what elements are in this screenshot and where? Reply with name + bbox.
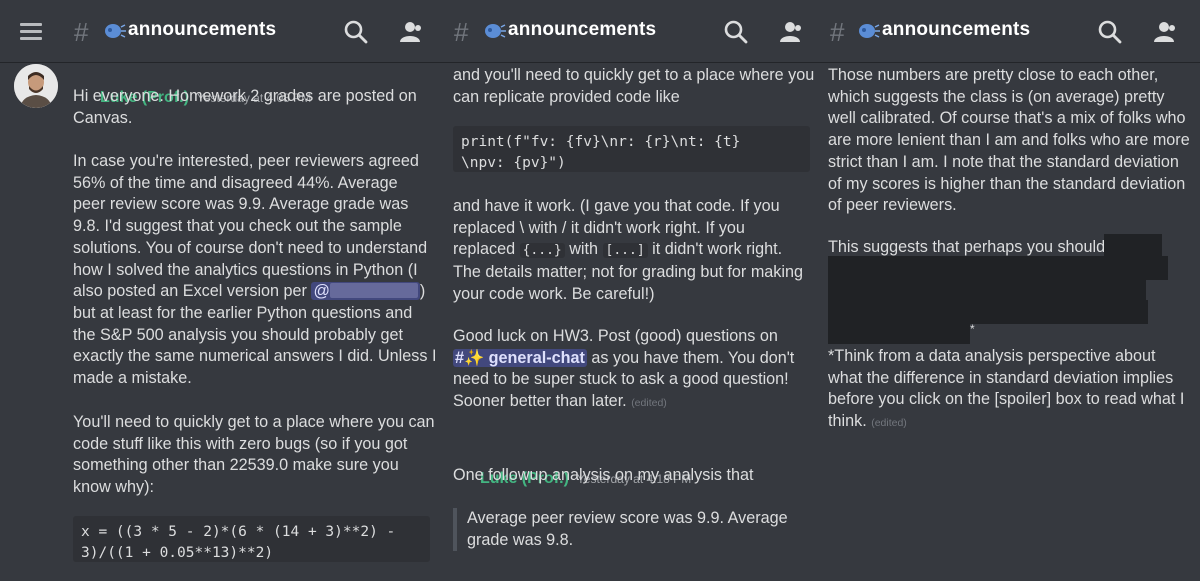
speaker-icon <box>485 24 506 38</box>
channel-title: announcements <box>128 19 277 40</box>
message-paragraph: Good luck on HW3. Post (good) questions … <box>453 327 795 411</box>
message-paragraph: One followup analysis on my analysis tha… <box>453 466 754 484</box>
panel-2: # announcements and you'll need to quick… <box>440 0 818 581</box>
search-icon[interactable] <box>343 19 369 45</box>
inline-code: {...} <box>519 243 565 259</box>
members-icon[interactable] <box>778 19 804 45</box>
quote-text: Average peer review score was 9.9. Avera… <box>467 509 788 549</box>
message-paragraph: and you'll need to quickly get to a plac… <box>453 66 815 106</box>
inline-code: [...] <box>602 243 648 259</box>
panel-1: # announcements Luke (Prof.) Yesterday a… <box>0 0 440 581</box>
panel-3: # announcements Those numbers are pretty… <box>818 0 1200 581</box>
spoiler-box[interactable] <box>828 256 1168 280</box>
code-block: print(f"fv: {fv}\nr: {r}\nt: {t} \npv: {… <box>453 126 810 172</box>
avatar[interactable] <box>14 64 58 108</box>
spoiler-box[interactable] <box>828 278 1146 302</box>
members-icon[interactable] <box>398 19 424 45</box>
code-block: x = ((3 * 5 - 2)*(6 * (14 + 3)**2) - 3)/… <box>73 516 430 562</box>
search-icon[interactable] <box>723 19 749 45</box>
footnote-marker: * <box>970 322 975 336</box>
spoiler-box[interactable] <box>828 300 1148 324</box>
search-icon[interactable] <box>1097 19 1123 45</box>
speaker-icon <box>859 24 880 38</box>
channel-title: announcements <box>882 19 1031 40</box>
edited-label: (edited) <box>871 417 907 430</box>
message-paragraph: Those numbers are pretty close to each o… <box>828 66 1190 215</box>
members-icon[interactable] <box>1152 19 1178 45</box>
message-paragraph: and have it work. (I gave you that code.… <box>453 197 804 303</box>
hamburger-icon[interactable] <box>20 23 42 40</box>
hash-icon: # <box>74 17 89 47</box>
message-paragraph: Hi everyone. Homework 2 grades are poste… <box>73 87 417 127</box>
channel-link-general-chat[interactable]: #✨ general-chat <box>453 348 587 367</box>
channel-title: announcements <box>508 19 657 40</box>
block-quote: Average peer review score was 9.9. Avera… <box>453 508 788 552</box>
hash-icon: # <box>454 17 469 47</box>
spoiler-box[interactable] <box>828 322 970 344</box>
channel-header: # announcements <box>0 0 440 62</box>
edited-label: (edited) <box>631 397 667 410</box>
message-paragraph: In case you're interested, peer reviewer… <box>73 152 437 388</box>
hash-icon: # <box>830 17 845 47</box>
speaker-icon <box>105 24 126 38</box>
channel-header: # announcements <box>818 0 1200 62</box>
user-mention[interactable]: @ <box>311 282 420 301</box>
message-paragraph: *Think from a data analysis perspective … <box>828 347 1185 431</box>
channel-header: # announcements <box>440 0 818 62</box>
message-paragraph: You'll need to quickly get to a place wh… <box>73 413 435 497</box>
